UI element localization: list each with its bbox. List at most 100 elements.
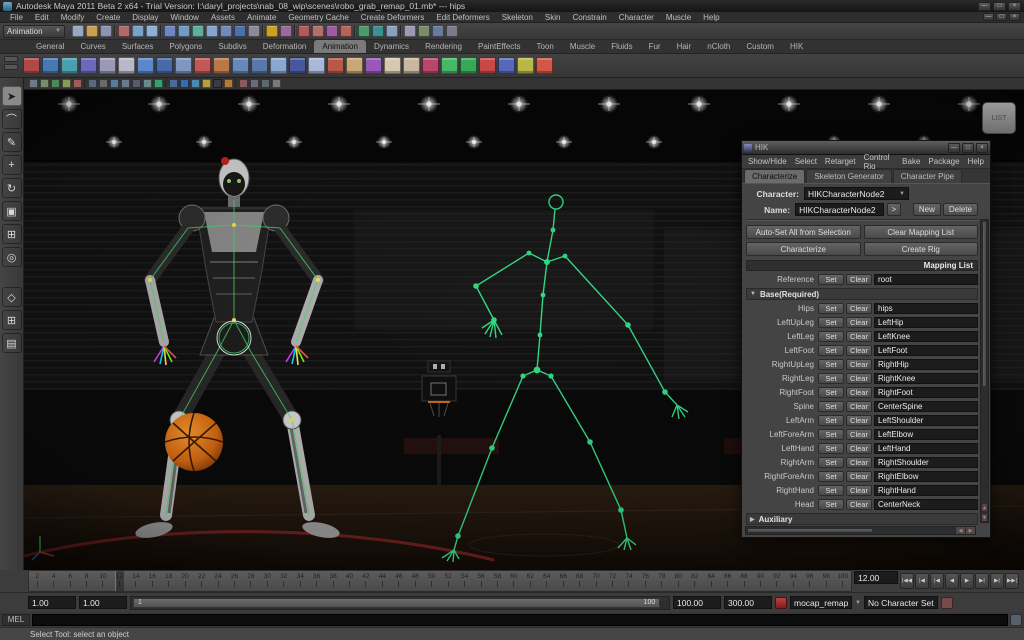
snap-to-view-plane-icon[interactable] [220,25,232,37]
set-button[interactable]: Set [818,387,844,398]
menu-item[interactable]: Skeleton [496,13,539,22]
mapping-value-field[interactable]: RightElbow [874,471,978,482]
clear-button[interactable]: Clear [846,387,872,398]
ik-spline-tool-icon[interactable] [61,57,78,74]
shelf-tab-hik[interactable]: HIK [782,40,811,53]
mel-toggle-button[interactable]: MEL [2,613,30,626]
set-button[interactable]: Set [818,317,844,328]
timeline-playhead[interactable] [115,571,125,591]
scrollbar-thumb[interactable] [982,221,987,388]
set-button[interactable]: Set [818,485,844,496]
shelf-tab-subdivs[interactable]: Subdivs [210,40,254,53]
title-bar[interactable]: Autodesk Maya 2011 Beta 2 x64 - Trial Ve… [0,0,1024,12]
clear-button[interactable]: Clear [846,401,872,412]
joint-size-icon[interactable] [137,57,154,74]
mapping-value-field[interactable]: root [874,274,978,285]
hik-menu-item[interactable]: Control Rig [860,153,899,171]
range-slider[interactable]: 1 100 [130,595,670,610]
insert-joint-icon[interactable] [80,57,97,74]
persp-outliner-layout[interactable]: ▤ [1,333,22,353]
clear-button[interactable]: Clear [846,457,872,468]
set-button[interactable]: Set [818,429,844,440]
scroll-right-arrow[interactable]: ▶ [965,527,975,534]
set-button[interactable]: Set [818,457,844,468]
collapsed-section-header[interactable]: ▶ Auxiliary [746,513,978,525]
separator-icon[interactable] [272,79,281,88]
skin-detach-icon[interactable] [403,57,420,74]
name-expand-button[interactable]: > [886,203,901,216]
textured-mode-icon[interactable] [191,79,200,88]
command-input[interactable] [32,613,1008,626]
scroll-left-arrow[interactable]: ◀ [955,527,965,534]
step-back-frame-button[interactable]: |◀ [930,573,944,589]
set-ik-fk-key-icon[interactable] [175,57,192,74]
file-save-icon[interactable] [100,25,112,37]
divider[interactable] [400,25,402,37]
go-to-start-button[interactable]: |◀◀ [900,573,914,589]
clear-button[interactable]: Clear [846,345,872,356]
menu-item[interactable]: Character [613,13,660,22]
play-forwards-button[interactable]: ▶ [960,573,974,589]
output-connections-icon[interactable] [312,25,324,37]
auto-keyframe-toggle[interactable] [775,596,787,609]
camera-select-icon[interactable] [29,79,38,88]
shelf-tab-rendering[interactable]: Rendering [417,40,470,53]
mapping-value-field[interactable]: LeftFoot [874,345,978,356]
clear-button[interactable]: Clear [846,373,872,384]
hik-maximize-button[interactable]: □ [962,142,974,153]
divider[interactable] [294,25,296,37]
shadows-icon[interactable] [213,79,222,88]
snap-to-curve-icon[interactable] [178,25,190,37]
constraint-aim-icon[interactable] [346,57,363,74]
menu-item[interactable]: Constrain [566,13,612,22]
playback-end-field[interactable]: 100.00 [673,596,721,609]
script-editor-icon[interactable] [1010,613,1022,626]
help-context-icon[interactable] [248,25,260,37]
divider[interactable] [114,25,116,37]
go-to-end-button[interactable]: ▶▶| [1005,573,1019,589]
hold-keys-icon[interactable] [232,57,249,74]
hik-menu-item[interactable]: Show/Hide [744,157,791,166]
auto-set-all-button[interactable]: Auto-Set All from Selection [746,225,861,239]
set-driven-key-icon[interactable] [270,57,287,74]
image-plane-icon[interactable] [73,79,82,88]
wireframe-mode-icon[interactable] [169,79,178,88]
clear-button[interactable]: Clear [846,485,872,496]
hik-menu-item[interactable]: Help [964,157,988,166]
menu-item[interactable]: Window [165,13,205,22]
mapping-value-field[interactable]: CenterNeck [874,499,978,510]
camera-lock-icon[interactable] [40,79,49,88]
mapping-value-field[interactable]: RightShoulder [874,457,978,468]
mapping-value-field[interactable]: RightHand [874,485,978,496]
clear-mapping-list-button[interactable]: Clear Mapping List [863,225,978,239]
clear-button[interactable]: Clear [846,303,872,314]
clear-button[interactable]: Clear [846,317,872,328]
move-tool[interactable]: + [1,155,22,175]
snap-to-projected-center-icon[interactable] [206,25,218,37]
timeline-ruler[interactable]: 2 4 6 8 10 12 14 16 18 20 22 24 26 28 30 32 34 36 38 40 42 44… [28,570,852,592]
clear-button[interactable]: Clear [846,471,872,482]
hik-tab-character-pipe[interactable]: Character Pipe [892,169,963,183]
mirror-joint-icon[interactable] [99,57,116,74]
divider[interactable] [354,25,356,37]
wrap-deformer-icon[interactable] [498,57,515,74]
menu-item[interactable]: Geometry Cache [282,13,354,22]
orient-joint-icon[interactable] [118,57,135,74]
highlight-selection-icon[interactable] [280,25,292,37]
field-chart-icon[interactable] [132,79,141,88]
divider[interactable] [262,25,264,37]
shelf-tab-toon[interactable]: Toon [529,40,562,53]
use-all-lights-icon[interactable] [202,79,211,88]
character-set-dropdown[interactable]: No Character Set [863,596,938,609]
soft-modification-tool[interactable]: ◎ [1,247,22,267]
paint-select-tool[interactable]: ✎ [1,132,22,152]
safe-action-icon[interactable] [143,79,152,88]
scroll-down-arrow[interactable]: ▼ [981,513,988,522]
close-button[interactable]: × [1008,1,1021,11]
muscle-magnet-icon[interactable] [340,25,352,37]
driven-key-icon[interactable] [251,57,268,74]
dope-sheet-icon[interactable] [308,57,325,74]
universal-manipulator-tool[interactable]: ⊞ [1,224,22,244]
mapping-value-field[interactable]: LeftElbow [874,429,978,440]
select-by-hierarchy-icon[interactable] [118,25,130,37]
